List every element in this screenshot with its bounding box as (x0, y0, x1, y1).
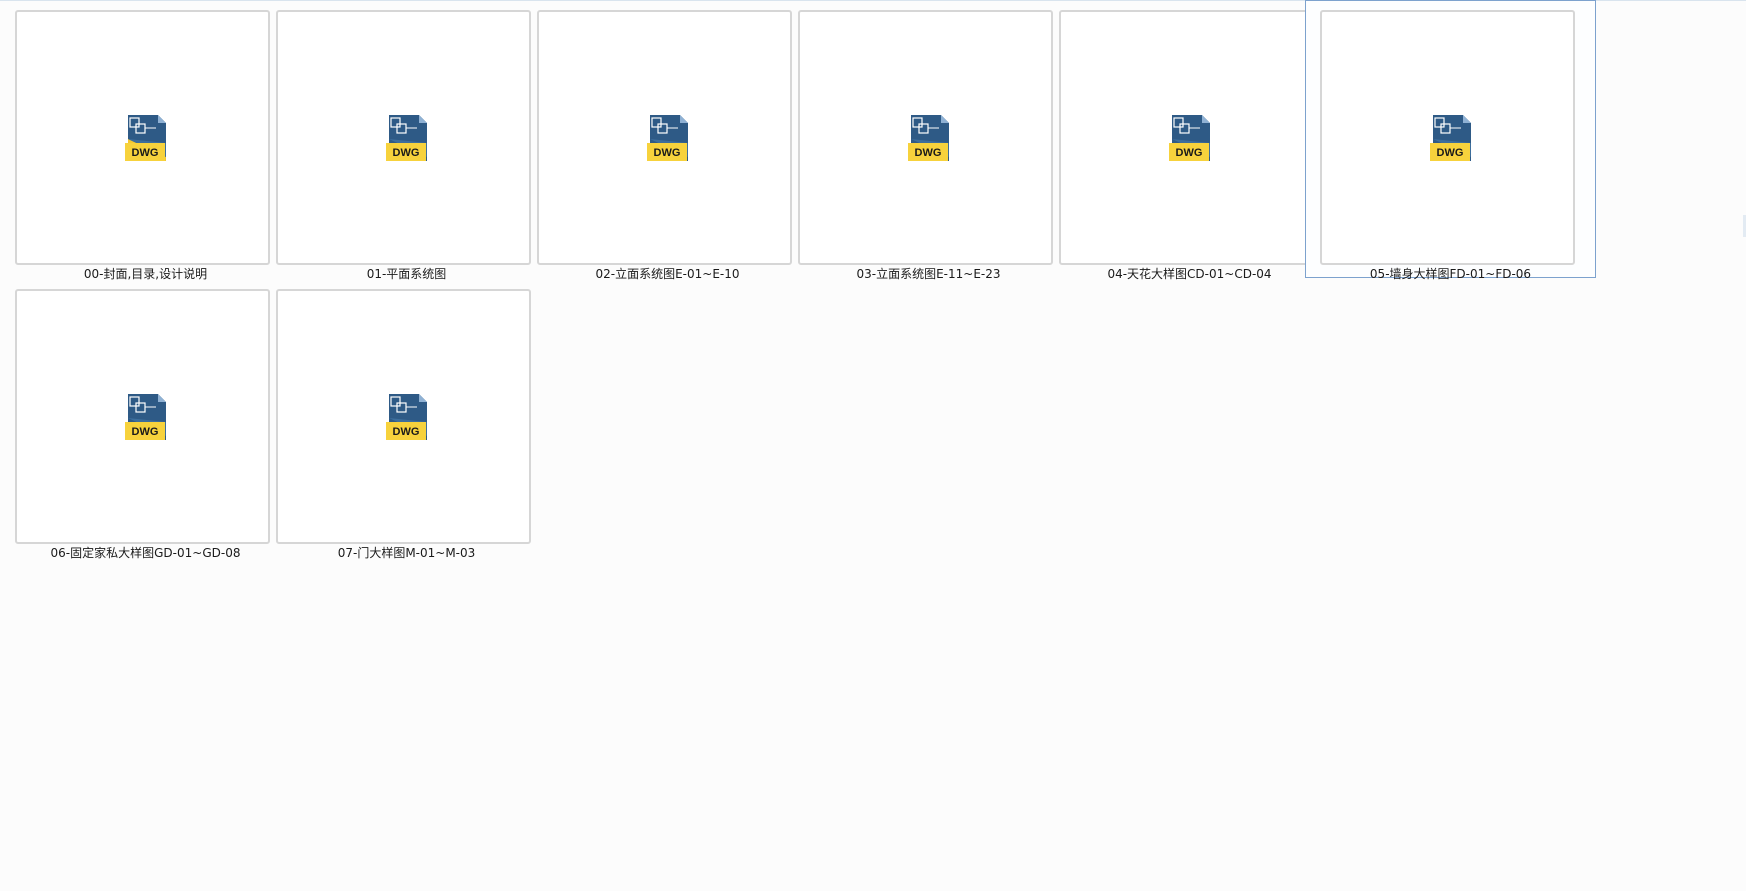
file-item[interactable]: DWG 04-天花大样图CD-01~CD-04 (1044, 0, 1335, 281)
file-thumbnail[interactable]: DWG (276, 289, 531, 544)
dwg-badge-text: DWG (393, 147, 420, 159)
dwg-file-icon: DWG (386, 115, 427, 161)
file-thumbnail[interactable]: DWG (15, 10, 270, 265)
file-thumbnail[interactable]: DWG (276, 10, 531, 265)
file-thumbnail[interactable]: DWG (1320, 10, 1575, 265)
file-item[interactable]: DWG 06-固定家私大样图GD-01~GD-08 (0, 279, 291, 560)
file-thumbnail[interactable]: DWG (1059, 10, 1314, 265)
dwg-file-icon: DWG (125, 115, 166, 161)
file-item[interactable]: DWG 02-立面系统图E-01~E-10 (522, 0, 813, 281)
file-thumbnail[interactable]: DWG (537, 10, 792, 265)
file-name[interactable]: 07-门大样图M-01~M-03 (262, 546, 551, 560)
file-thumbnail[interactable]: DWG (798, 10, 1053, 265)
file-grid[interactable]: DWG 00-封面,目录,设计说明 DWG 01-平面系统图 DWG 02-立面… (0, 0, 1746, 891)
file-name[interactable]: 03-立面系统图E-11~E-23 (784, 267, 1073, 281)
file-item[interactable]: DWG 07-门大样图M-01~M-03 (261, 279, 552, 560)
dwg-file-icon: DWG (1430, 115, 1471, 161)
dwg-badge-text: DWG (132, 147, 159, 159)
file-item[interactable]: DWG 01-平面系统图 (261, 0, 552, 281)
file-item[interactable]: DWG 03-立面系统图E-11~E-23 (783, 0, 1074, 281)
dwg-badge-text: DWG (1437, 147, 1464, 159)
file-name[interactable]: 02-立面系统图E-01~E-10 (523, 267, 812, 281)
file-name[interactable]: 06-固定家私大样图GD-01~GD-08 (1, 546, 290, 560)
file-thumbnail[interactable]: DWG (15, 289, 270, 544)
dwg-file-icon: DWG (1169, 115, 1210, 161)
dwg-file-icon: DWG (647, 115, 688, 161)
dwg-badge-text: DWG (654, 147, 681, 159)
file-item[interactable]: DWG 00-封面,目录,设计说明 (0, 0, 291, 281)
dwg-badge-text: DWG (393, 426, 420, 438)
file-name[interactable]: 04-天花大样图CD-01~CD-04 (1045, 267, 1334, 281)
dwg-file-icon: DWG (908, 115, 949, 161)
dwg-file-icon: DWG (386, 394, 427, 440)
file-item-selected[interactable]: DWG 05-墙身大样图FD-01~FD-06 (1305, 0, 1596, 281)
dwg-file-icon: DWG (125, 394, 166, 440)
dwg-badge-text: DWG (132, 426, 159, 438)
dwg-badge-text: DWG (915, 147, 942, 159)
file-name[interactable]: 05-墙身大样图FD-01~FD-06 (1306, 267, 1595, 281)
dwg-badge-text: DWG (1176, 147, 1203, 159)
